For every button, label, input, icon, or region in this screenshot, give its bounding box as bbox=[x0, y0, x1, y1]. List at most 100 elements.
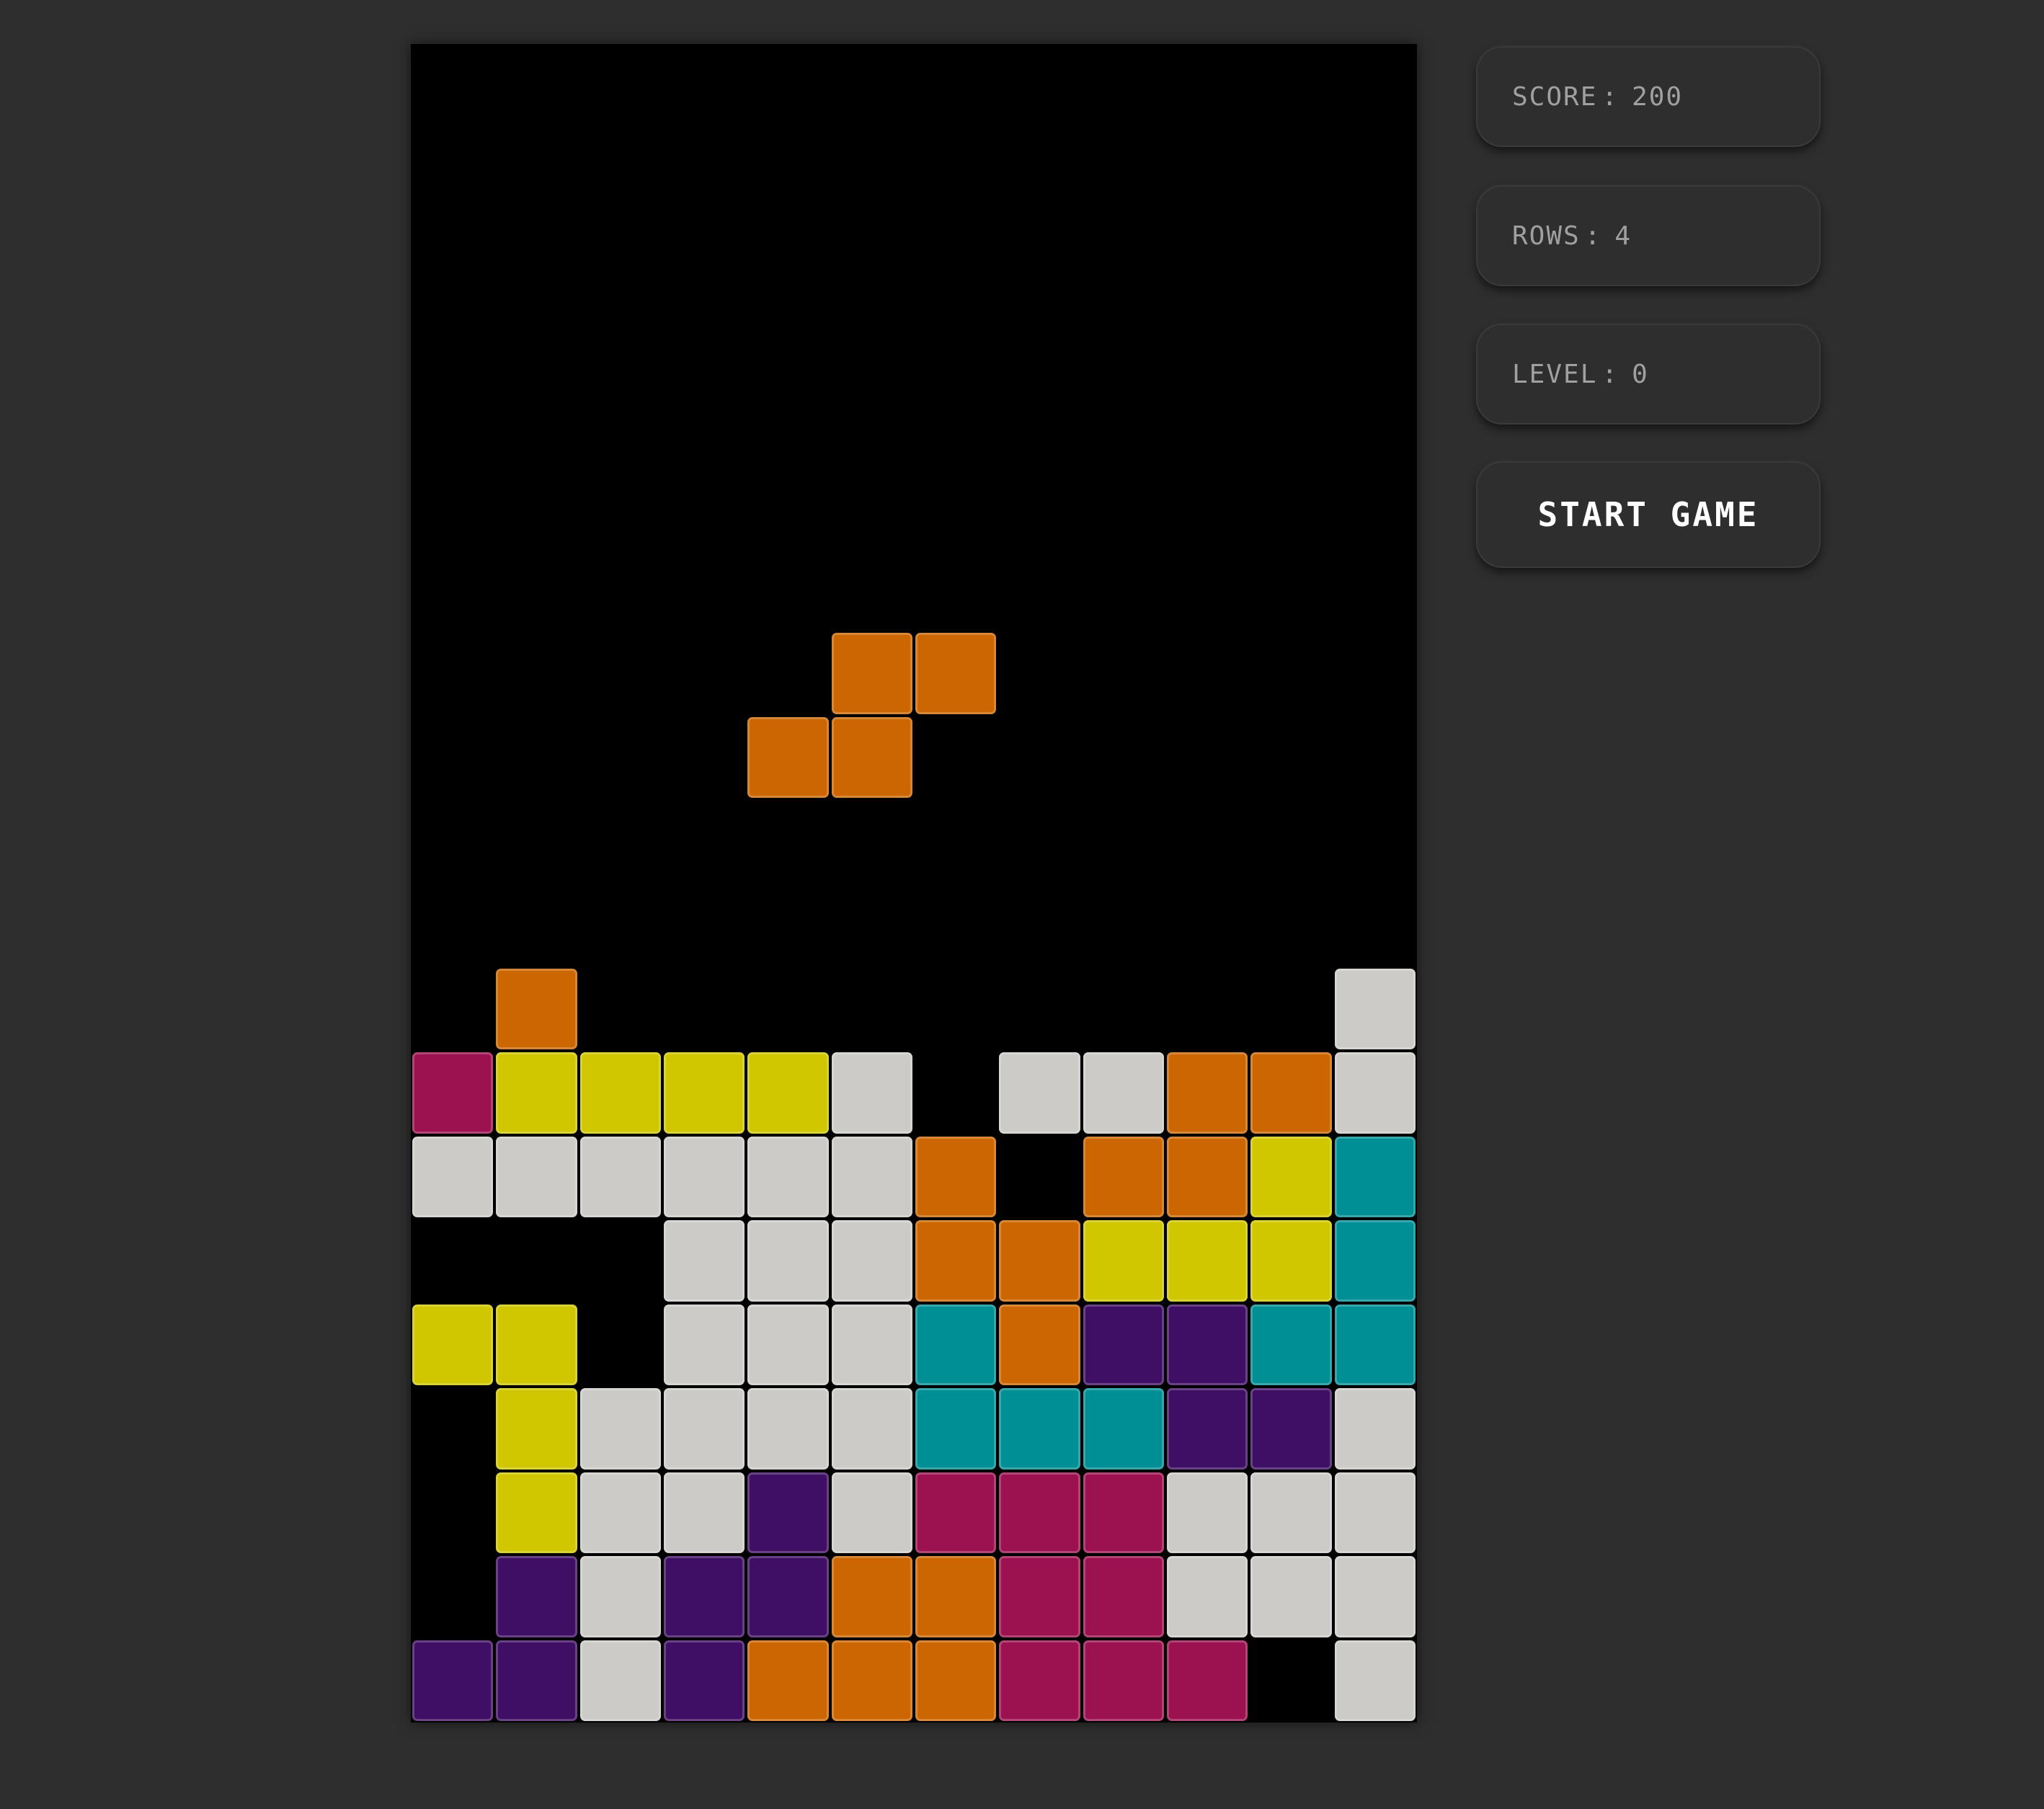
board-block bbox=[412, 1640, 494, 1721]
board-block bbox=[999, 1052, 1080, 1134]
board-block bbox=[747, 1136, 829, 1218]
board-block bbox=[412, 1136, 494, 1218]
board-block bbox=[664, 1640, 745, 1721]
board-block bbox=[831, 1136, 912, 1218]
board-block bbox=[412, 1052, 494, 1134]
board-block bbox=[664, 1472, 745, 1554]
board-block bbox=[747, 1388, 829, 1470]
board-block bbox=[579, 1556, 661, 1637]
board-block bbox=[496, 1052, 577, 1134]
score-display: SCORE : 200 bbox=[1476, 46, 1821, 147]
level-display: LEVEL : 0 bbox=[1476, 324, 1821, 425]
active-piece-block bbox=[831, 633, 912, 714]
board-block bbox=[831, 1388, 912, 1470]
board-block bbox=[664, 1220, 745, 1302]
board-block bbox=[831, 1556, 912, 1637]
board-block bbox=[915, 1136, 997, 1218]
board-block bbox=[915, 1304, 997, 1386]
score-separator: : bbox=[1601, 81, 1619, 112]
board-block bbox=[1083, 1136, 1164, 1218]
board-block bbox=[1167, 1556, 1248, 1637]
board-block bbox=[1334, 968, 1416, 1050]
board-block bbox=[1334, 1388, 1416, 1470]
board-block bbox=[496, 1640, 577, 1721]
board-block bbox=[1334, 1052, 1416, 1134]
board-block bbox=[831, 1052, 912, 1134]
board-block bbox=[1250, 1052, 1332, 1134]
board-block bbox=[1083, 1472, 1164, 1554]
board-block bbox=[915, 1388, 997, 1470]
board-block bbox=[496, 1136, 577, 1218]
active-piece-block bbox=[915, 633, 997, 714]
board-block bbox=[1167, 1304, 1248, 1386]
rows-separator: : bbox=[1584, 221, 1602, 251]
board-block bbox=[1250, 1556, 1332, 1637]
game-screen: SCORE : 200 ROWS : 4 LEVEL : 0 START GAM… bbox=[0, 0, 2044, 1809]
rows-label: ROWS bbox=[1512, 221, 1581, 251]
board-block bbox=[747, 1304, 829, 1386]
board-block bbox=[831, 1304, 912, 1386]
board-block bbox=[999, 1472, 1080, 1554]
board-block bbox=[1250, 1472, 1332, 1554]
board-block bbox=[831, 1220, 912, 1302]
rows-display: ROWS : 4 bbox=[1476, 185, 1821, 286]
board-block bbox=[1167, 1640, 1248, 1721]
board-block bbox=[915, 1472, 997, 1554]
board-block bbox=[1083, 1052, 1164, 1134]
board-block bbox=[1334, 1220, 1416, 1302]
board-block bbox=[1167, 1388, 1248, 1470]
board-block bbox=[915, 1220, 997, 1302]
board-block bbox=[1250, 1304, 1332, 1386]
board-block bbox=[1167, 1052, 1248, 1134]
board-block bbox=[1334, 1304, 1416, 1386]
board-block bbox=[1083, 1304, 1164, 1386]
board-block bbox=[1083, 1388, 1164, 1470]
start-game-button[interactable]: START GAME bbox=[1476, 461, 1821, 568]
board-block bbox=[579, 1136, 661, 1218]
board-block bbox=[999, 1388, 1080, 1470]
board-block bbox=[496, 1388, 577, 1470]
board-block bbox=[831, 1640, 912, 1721]
board-block bbox=[915, 1556, 997, 1637]
board-block bbox=[1167, 1472, 1248, 1554]
board-block bbox=[496, 1304, 577, 1386]
board-block bbox=[915, 1640, 997, 1721]
board-block bbox=[999, 1640, 1080, 1721]
board-block bbox=[747, 1472, 829, 1554]
board-block bbox=[747, 1220, 829, 1302]
board-block bbox=[496, 968, 577, 1050]
board-block bbox=[999, 1304, 1080, 1386]
board-block bbox=[579, 1640, 661, 1721]
board-block bbox=[496, 1472, 577, 1554]
score-label: SCORE bbox=[1512, 81, 1598, 112]
board-block bbox=[1083, 1640, 1164, 1721]
level-separator: : bbox=[1601, 359, 1619, 389]
score-value: 200 bbox=[1632, 81, 1684, 112]
board-block bbox=[747, 1556, 829, 1637]
board-block bbox=[831, 1472, 912, 1554]
game-board[interactable] bbox=[411, 44, 1417, 1723]
board-block bbox=[747, 1052, 829, 1134]
board-block bbox=[1167, 1220, 1248, 1302]
board-block bbox=[1250, 1388, 1332, 1470]
board-block bbox=[579, 1052, 661, 1134]
board-block bbox=[664, 1052, 745, 1134]
board-block bbox=[664, 1304, 745, 1386]
board-block bbox=[664, 1388, 745, 1470]
board-block bbox=[496, 1556, 577, 1637]
board-block bbox=[1083, 1556, 1164, 1637]
board-block bbox=[1334, 1556, 1416, 1637]
rows-value: 4 bbox=[1614, 221, 1632, 251]
board-block bbox=[579, 1472, 661, 1554]
board-block bbox=[1334, 1472, 1416, 1554]
board-block bbox=[412, 1304, 494, 1386]
board-block bbox=[1334, 1640, 1416, 1721]
active-piece-block bbox=[747, 716, 829, 799]
board-block bbox=[664, 1556, 745, 1637]
active-piece-block bbox=[831, 716, 912, 799]
board-block bbox=[1167, 1136, 1248, 1218]
board-block bbox=[1083, 1220, 1164, 1302]
level-value: 0 bbox=[1632, 359, 1649, 389]
board-block bbox=[999, 1556, 1080, 1637]
board-block bbox=[664, 1136, 745, 1218]
